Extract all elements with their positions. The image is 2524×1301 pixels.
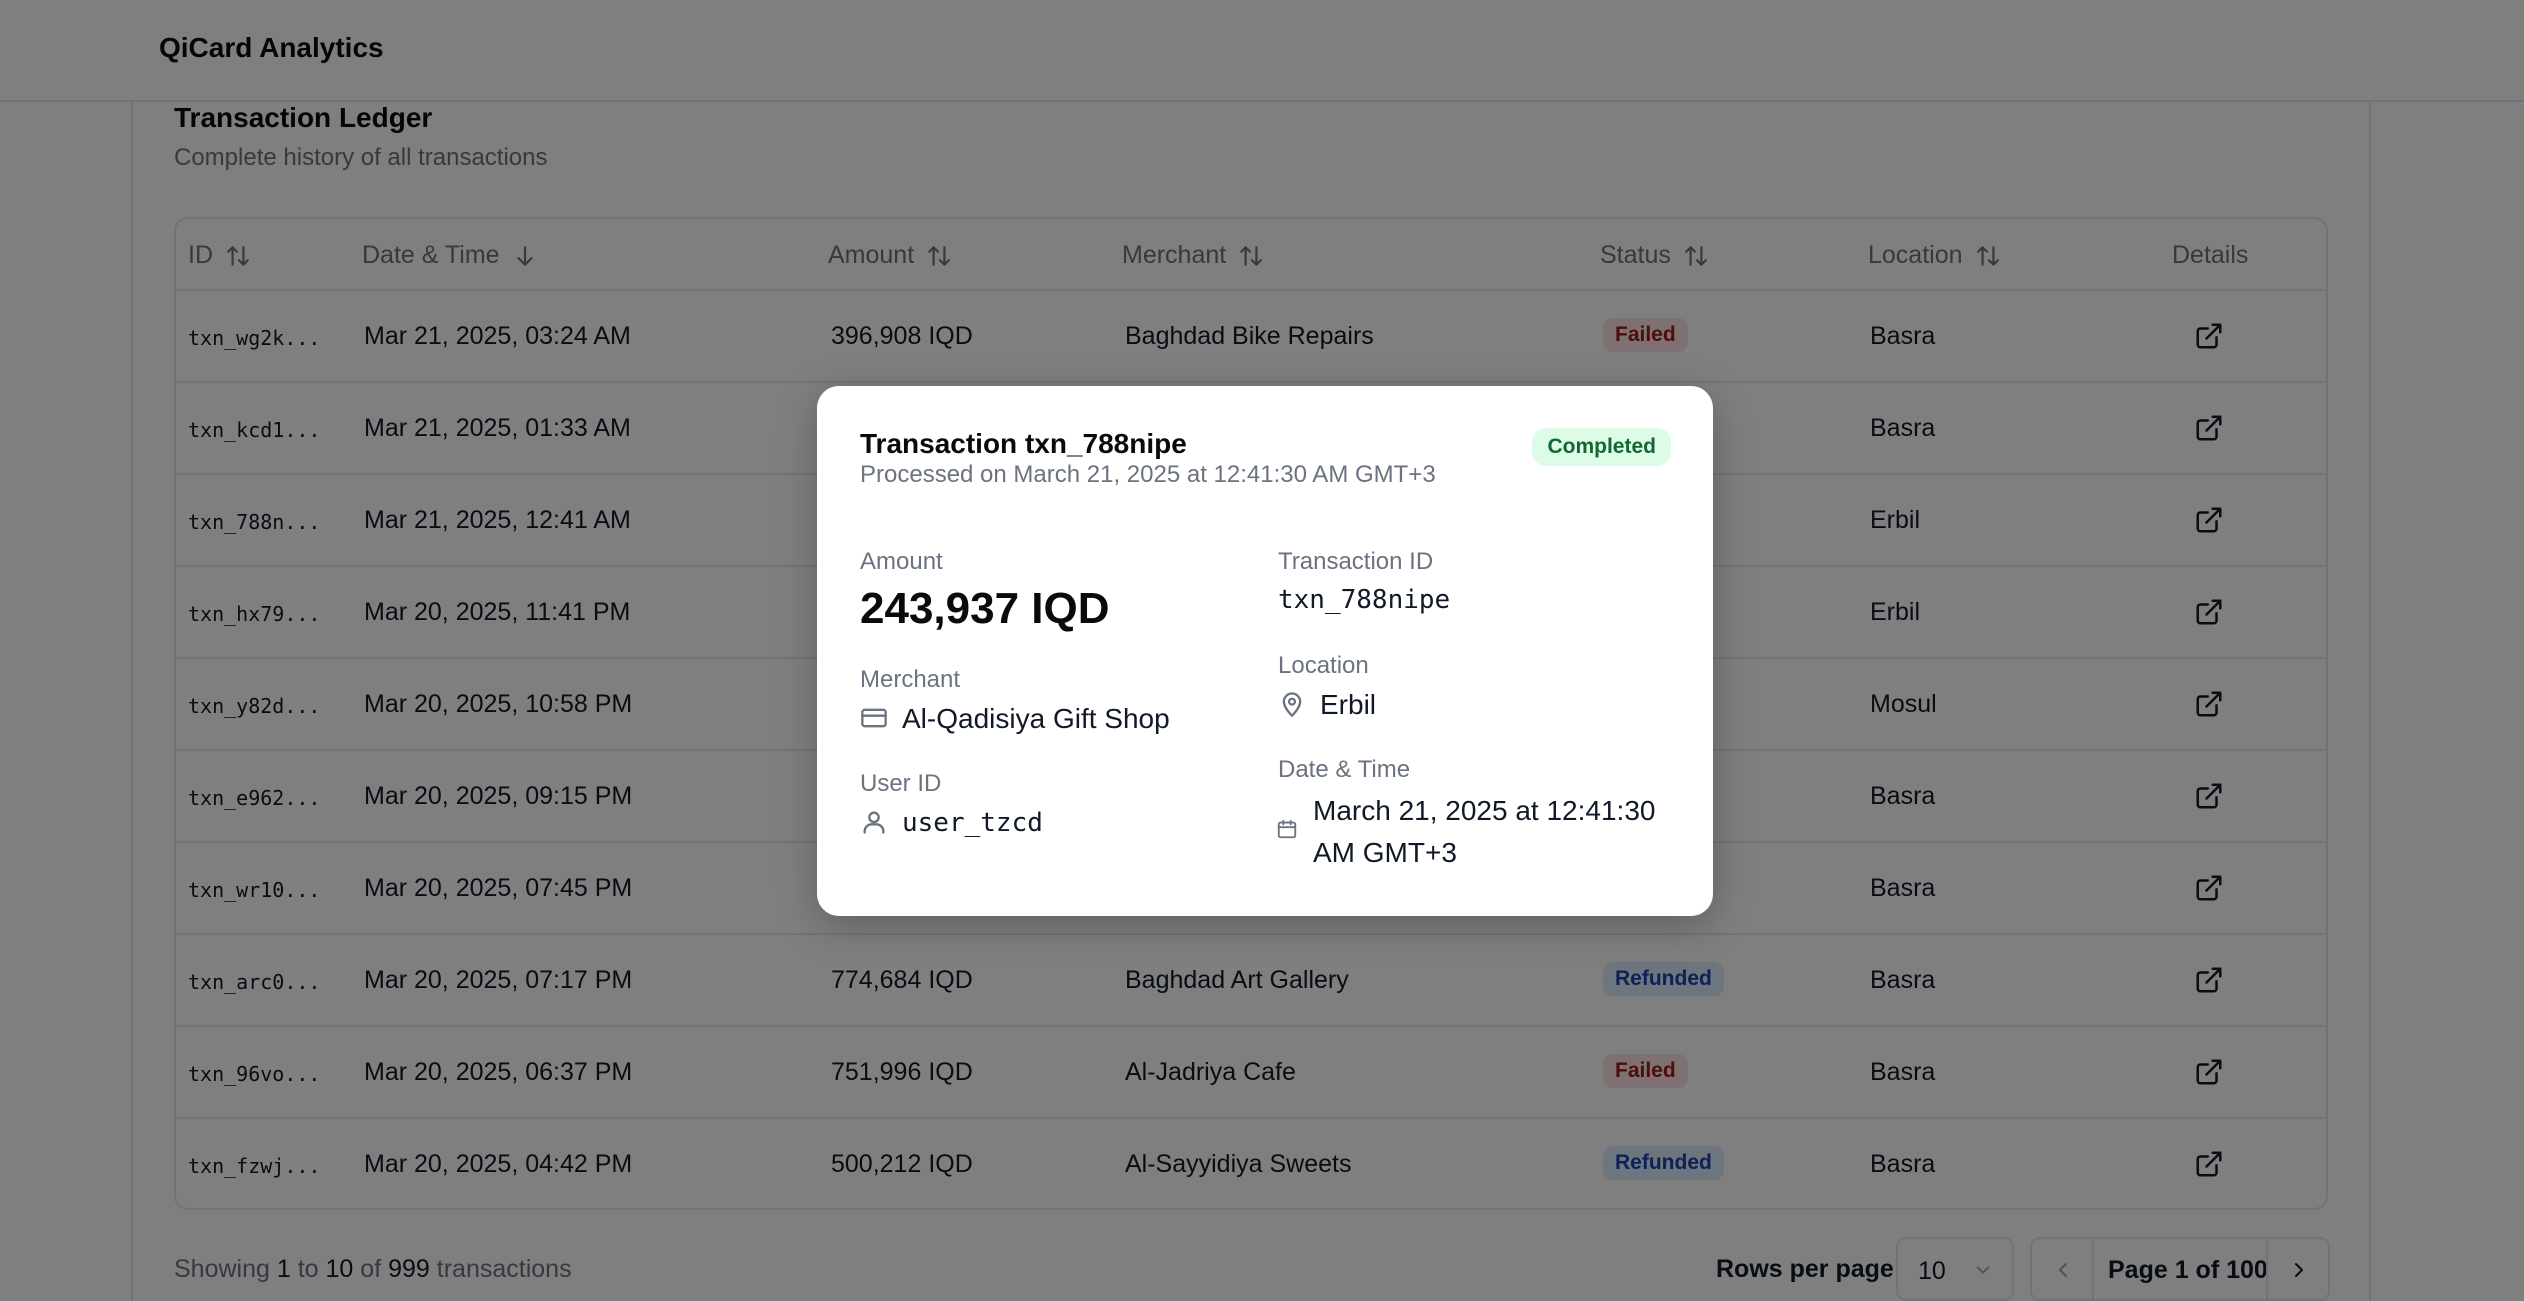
- user-id-label: User ID: [860, 770, 942, 797]
- user-id-value: user_tzcd: [902, 808, 1043, 838]
- transaction-id-value: txn_788nipe: [1278, 585, 1451, 615]
- merchant-label: Merchant: [860, 666, 961, 693]
- location-value: Erbil: [1320, 689, 1377, 720]
- credit-card-icon: [861, 708, 887, 728]
- dialog-title: Transaction txn_788nipe: [860, 428, 1187, 459]
- location-label: Location: [1278, 652, 1369, 679]
- map-pin-icon: [1282, 692, 1302, 717]
- amount-label: Amount: [860, 548, 943, 575]
- amount-value: 243,937 IQD: [860, 584, 1110, 633]
- calendar-icon: [1277, 819, 1297, 839]
- transaction-id-label: Transaction ID: [1278, 548, 1434, 575]
- user-icon: [863, 811, 885, 834]
- transaction-details-dialog: Transaction txn_788nipe Processed on Mar…: [817, 386, 1713, 916]
- merchant-value: Al-Qadisiya Gift Shop: [902, 703, 1170, 734]
- datetime-label: Date & Time: [1278, 756, 1411, 783]
- datetime-value: March 21, 2025 at 12:41:30 AM GMT+3: [1313, 795, 1656, 868]
- status-badge: Completed: [1532, 428, 1671, 466]
- dialog-subtitle: Processed on March 21, 2025 at 12:41:30 …: [860, 461, 1436, 488]
